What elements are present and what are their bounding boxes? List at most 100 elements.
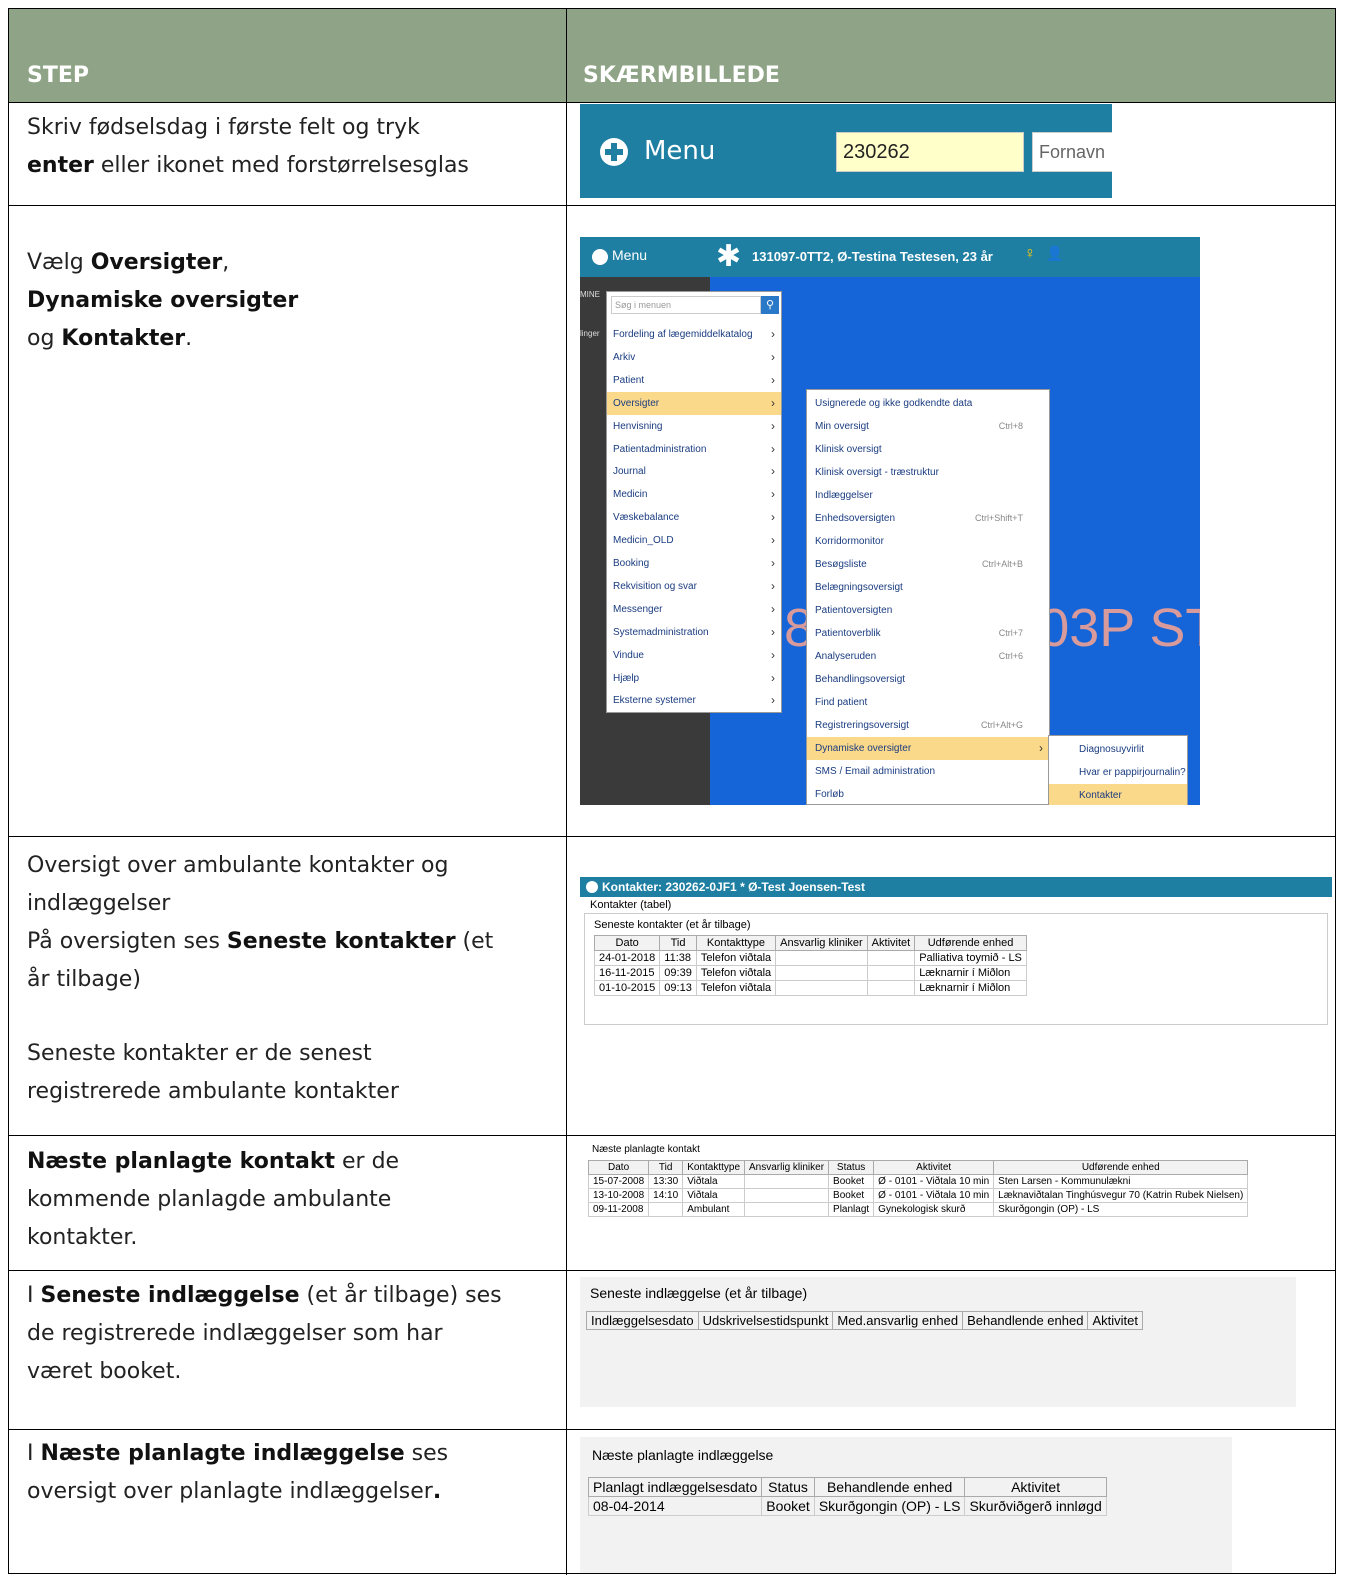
menu-item[interactable]: Hjælp › — [607, 667, 781, 690]
menu-item[interactable]: Arkiv › — [607, 346, 781, 369]
column-header[interactable]: Tid — [648, 1160, 684, 1175]
submenu-item[interactable]: Enhedsoversigten Ctrl+Shift+T — [807, 507, 1049, 530]
section-label: Næste planlagte kontakt — [592, 1144, 700, 1155]
table-row[interactable]: 08-04-2014 Booket Skurðgongin (OP) - LS Sku… — [587, 1496, 1107, 1516]
column-header[interactable]: Aktivitet — [866, 935, 916, 951]
menu-item-label: Eksterne systemer — [613, 695, 696, 707]
submenu-item[interactable]: Dynamiske oversigter › — [807, 737, 1049, 760]
column-header[interactable]: Ansvarlig kliniker — [775, 935, 868, 951]
column-header[interactable]: Status — [828, 1160, 875, 1175]
table-cell: 11:38 — [659, 950, 697, 966]
menu-item[interactable]: Medicin › — [607, 483, 781, 506]
table-row[interactable]: 01-10-2015 09:13 Telefon viðtala Læknarnir … — [593, 980, 1027, 996]
birthday-input[interactable]: 230262 — [836, 132, 1024, 172]
submenu-item[interactable]: Usignerede og ikke godkendte data — [807, 392, 1049, 415]
menu-item-label: Fordeling af lægemiddelkatalog — [613, 329, 753, 340]
submenu-item-label: Besøgsliste — [815, 559, 867, 570]
menu-item[interactable]: Systemadministration › — [607, 621, 781, 644]
column-header[interactable]: Behandlende enhed — [962, 1311, 1089, 1330]
menu-button[interactable]: Menu — [612, 247, 647, 263]
submenu-item[interactable]: Analyseruden Ctrl+6 — [807, 645, 1049, 668]
menu-item[interactable]: Fordeling af lægemiddelkatalog › — [607, 323, 781, 346]
table-cell: Viðtala — [682, 1174, 745, 1189]
window-title: Kontakter: 230262-0JF1 * Ø-Test Joensen-… — [580, 877, 1332, 897]
menu-item[interactable]: Journal › — [607, 460, 781, 483]
column-header[interactable]: Status — [761, 1477, 815, 1497]
table-cell: Viðtala — [682, 1188, 745, 1203]
column-header[interactable]: Kontakttype — [695, 935, 777, 951]
menu-item[interactable]: Oversigter › — [607, 391, 781, 415]
submenu-item[interactable]: Min oversigt Ctrl+8 — [807, 415, 1049, 438]
table-cell: Ambulant — [682, 1202, 745, 1217]
table-row[interactable]: 13-10-2008 14:10 Viðtala Booket Ø - 0101 - V… — [587, 1188, 1249, 1203]
menu-item[interactable]: Eksterne systemer › — [607, 689, 781, 712]
submenu-item[interactable]: Behandlingsoversigt — [807, 668, 1049, 691]
column-header[interactable]: Planlagt indlæggelsesdato — [587, 1477, 763, 1497]
submenu2-item[interactable]: Diagnosuyvirlit — [1049, 738, 1187, 761]
menu-item[interactable]: Vindue › — [607, 644, 781, 667]
header-screenshot: SKÆRMBILLEDE — [583, 63, 780, 88]
chevron-right-icon: › — [771, 487, 775, 502]
column-header[interactable]: Dato — [593, 935, 661, 951]
header-step: STEP — [27, 63, 90, 88]
menu-item-label: Systemadministration — [613, 626, 709, 638]
submenu-item[interactable]: Besøgsliste Ctrl+Alt+B — [807, 553, 1049, 576]
column-header[interactable]: Tid — [659, 935, 697, 951]
submenu-item[interactable]: Registreringsoversigt Ctrl+Alt+G — [807, 714, 1049, 737]
submenu-item[interactable]: Patientoverblik Ctrl+7 — [807, 622, 1049, 645]
submenu-item[interactable]: Belægningsoversigt — [807, 576, 1049, 599]
table-cell: 14:10 — [648, 1188, 684, 1203]
column-header[interactable]: Udførende enhed — [914, 935, 1027, 951]
shortcut-label: Ctrl+Alt+G — [980, 720, 1023, 730]
table-cell: 09:13 — [659, 980, 697, 996]
column-header[interactable]: Aktivitet — [1087, 1311, 1143, 1330]
table-cell: 24-01-2018 — [593, 950, 661, 966]
submenu-item[interactable]: Klinisk oversigt — [807, 438, 1049, 461]
column-header[interactable]: Med.ansvarlig enhed — [832, 1311, 964, 1330]
menu-item[interactable]: Booking › — [607, 552, 781, 575]
submenu-item-label: Klinisk oversigt - træstruktur — [815, 467, 939, 478]
column-header[interactable]: Ansvarlig kliniker — [743, 1160, 830, 1175]
shortcut-label: Ctrl+7 — [998, 628, 1023, 638]
menu-item[interactable]: Patientadministration › — [607, 438, 781, 461]
menu-item[interactable]: Rekvisition og svar › — [607, 575, 781, 598]
table-row[interactable]: 15-07-2008 13:30 Viðtala Booket Ø - 0101 - V… — [587, 1174, 1249, 1189]
menu-item[interactable]: Væskebalance › — [607, 506, 781, 529]
table-row[interactable]: 09-11-2008 Ambulant Planlagt Gynekologisk s… — [587, 1202, 1249, 1217]
column-header[interactable]: Kontakttype — [682, 1160, 745, 1175]
column-header[interactable]: Udskrivelsestidspunkt — [697, 1311, 834, 1330]
menu-item[interactable]: Patient › — [607, 369, 781, 392]
firstname-input[interactable]: Fornavn — [1032, 132, 1112, 172]
submenu2-item[interactable]: Kontakter — [1049, 784, 1187, 805]
column-header[interactable]: Udførende enhed — [993, 1160, 1249, 1175]
submenu2-item[interactable]: Hvar er pappirjournalin? — [1049, 761, 1187, 784]
submenu-item[interactable]: Forløb — [807, 783, 1049, 805]
search-icon[interactable]: ⚲ — [761, 296, 779, 314]
plus-icon — [592, 249, 608, 265]
menu-search-input[interactable]: Søg i menuen — [611, 296, 761, 314]
female-icon: ♀ — [1024, 245, 1036, 262]
chevron-right-icon: › — [771, 556, 775, 570]
chevron-right-icon: › — [771, 533, 775, 548]
table-cell: Skurðgongin (OP) - LS — [813, 1496, 966, 1516]
submenu-item[interactable]: Patientoversigten — [807, 599, 1049, 622]
column-header[interactable]: Dato — [587, 1160, 650, 1175]
submenu-item[interactable]: Indlæggelser — [807, 484, 1049, 507]
menu-item-label: Væskebalance — [613, 512, 680, 524]
submenu-item[interactable]: Klinisk oversigt - træstruktur — [807, 461, 1049, 484]
table-row[interactable]: 16-11-2015 09:39 Telefon viðtala Læknarnir … — [593, 965, 1027, 981]
menu-item[interactable]: Messenger › — [607, 598, 781, 621]
menu-button[interactable]: Menu — [644, 136, 715, 166]
submenu-item[interactable]: SMS / Email administration — [807, 760, 1049, 783]
submenu-item[interactable]: Find patient — [807, 691, 1049, 714]
column-header[interactable]: Indlæggelsesdato — [586, 1311, 699, 1330]
table-row[interactable]: 24-01-2018 11:38 Telefon viðtala Palliativa… — [593, 950, 1027, 966]
menu-item[interactable]: Medicin_OLD › — [607, 529, 781, 552]
column-header[interactable]: Aktivitet — [964, 1477, 1107, 1497]
column-header[interactable]: Aktivitet — [873, 1160, 995, 1175]
patient-banner: 131097-0TT2, Ø-Testina Testesen, 23 år — [752, 249, 993, 264]
column-header[interactable]: Behandlende enhed — [813, 1477, 966, 1497]
submenu-item[interactable]: Korridormonitor — [807, 530, 1049, 553]
chevron-right-icon: › — [771, 395, 775, 410]
menu-item[interactable]: Henvisning › — [607, 415, 781, 438]
